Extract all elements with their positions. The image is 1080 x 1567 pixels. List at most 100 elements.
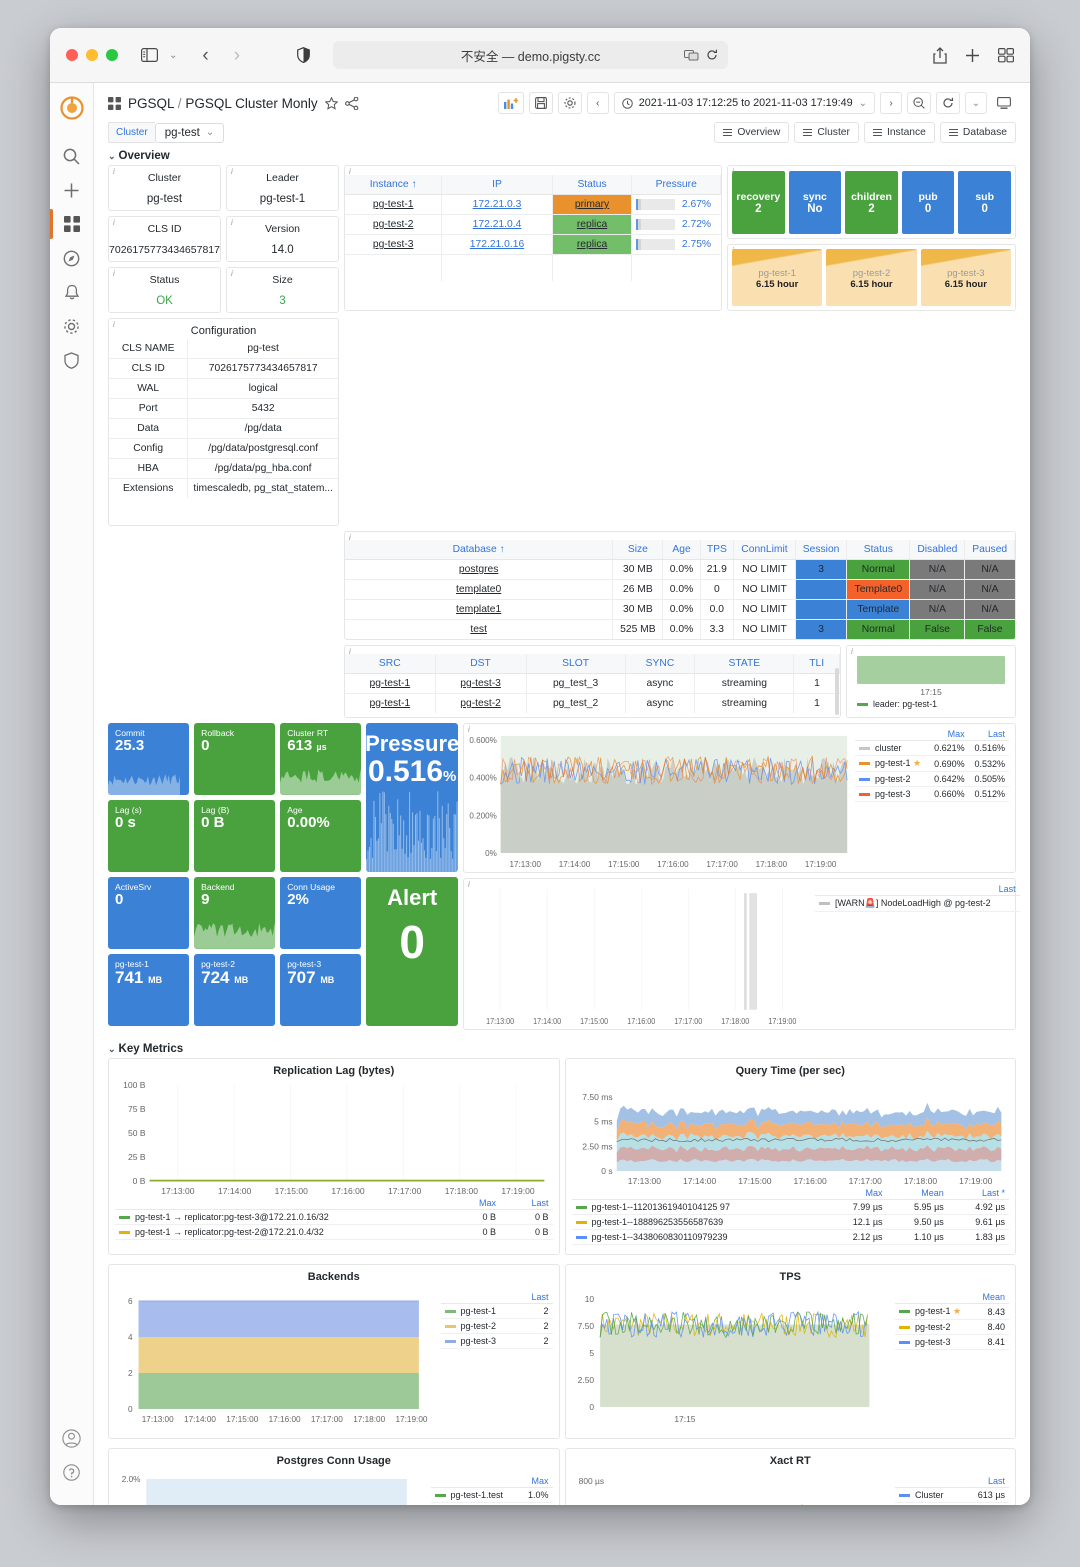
add-panel-button[interactable] — [497, 92, 524, 114]
stat-cluster[interactable]: i Cluster pg-test — [108, 165, 221, 211]
backends-chart[interactable]: 0 2 4 6 17:13:00 17:14:00 17:15:00 17:16:00 17:1… — [109, 1285, 441, 1427]
db-name[interactable]: template1 — [345, 599, 614, 620]
column-header[interactable]: Status — [552, 175, 633, 195]
dashboard-link-instance[interactable]: Instance — [863, 122, 935, 143]
legend-row[interactable]: pg-test-1 → replicator:pg-test-3@172.21.… — [115, 1209, 553, 1225]
legend-row[interactable]: pg-test-1--188896253556587639 12.1 µs 9.50… — [571, 1214, 1009, 1230]
column-header[interactable]: Paused — [964, 540, 1015, 560]
column-header[interactable]: IP — [441, 175, 553, 195]
legend-col-header[interactable]: Last — [968, 728, 1009, 741]
legend-row[interactable]: pg-test-2 0.642% 0.505% — [855, 771, 1009, 787]
legend-col-header[interactable]: Last * — [947, 1187, 1009, 1200]
time-range-picker[interactable]: 2021-11-03 17:12:25 to 2021-11-03 17:19:… — [613, 92, 875, 114]
column-header[interactable]: Pressure — [631, 175, 721, 195]
instance-ip[interactable]: 172.21.0.3 — [441, 194, 553, 215]
column-header[interactable]: Disabled — [909, 540, 966, 560]
legend-row[interactable]: pg-test-1 → replicator:pg-test-2@172.21.… — [115, 1224, 553, 1240]
column-header[interactable]: TPS — [700, 540, 735, 560]
status-block-sub[interactable]: sub 0 — [958, 171, 1011, 234]
scrollbar[interactable] — [835, 668, 839, 715]
variable-select-cluster[interactable]: pg-test ⌄ — [154, 122, 225, 143]
legend-row[interactable]: pg-test-3 2 — [440, 1333, 553, 1349]
legend-row[interactable]: pg-test-2 8.40 — [895, 1319, 1009, 1335]
row-header-overview[interactable]: ⌄ Overview — [94, 143, 1030, 165]
info-icon[interactable]: i — [231, 269, 233, 278]
zoom-out-time-button[interactable] — [907, 92, 931, 114]
column-header[interactable]: STATE — [694, 654, 795, 674]
stat-cls-id[interactable]: i CLS ID 7026175773434657817 — [108, 216, 221, 262]
dashboard-link-overview[interactable]: Overview — [714, 122, 790, 143]
legend-col-header[interactable]: Last — [500, 1197, 553, 1210]
breadcrumb-folder[interactable]: PGSQL — [128, 96, 174, 111]
legend-col-header[interactable]: Max — [519, 1475, 553, 1488]
column-header[interactable]: Size — [612, 540, 664, 560]
column-header[interactable]: DST — [435, 654, 527, 674]
save-dashboard-button[interactable] — [528, 92, 553, 114]
sidebar-item-server-admin[interactable] — [50, 343, 94, 377]
info-icon[interactable]: i — [851, 647, 853, 656]
shield-icon[interactable] — [297, 47, 310, 63]
sidebar-item-help[interactable] — [50, 1455, 94, 1489]
dashboard-link-database[interactable]: Database — [939, 122, 1016, 143]
back-icon[interactable]: ‹ — [202, 46, 208, 65]
xact-rt-chart[interactable]: 0 s200 µs400 µs600 µs800 µs17:15 — [566, 1469, 896, 1505]
info-icon[interactable]: i — [349, 647, 351, 656]
tile-lag-b-[interactable]: Lag (B) 0 B — [194, 800, 276, 872]
status-block-sync[interactable]: sync No — [788, 171, 842, 234]
replication-lag-chart[interactable]: 0 B 25 B 50 B 75 B 100 B 17:13:00 17:14:00 17:1… — [109, 1079, 559, 1197]
tps-chart[interactable]: 0 2.50 5 7.50 10 17:15 — [566, 1285, 896, 1427]
legend-row[interactable]: pg-test-2.test1.0% — [430, 1502, 553, 1505]
sidebar-item-profile[interactable] — [50, 1421, 94, 1455]
info-icon[interactable]: i — [113, 167, 115, 176]
legend-col-header[interactable]: Max — [825, 1187, 887, 1200]
reload-icon[interactable] — [706, 49, 718, 61]
db-name[interactable]: template0 — [345, 579, 614, 600]
column-header[interactable]: SYNC — [625, 654, 696, 674]
tile-activesrv[interactable]: ActiveSrv 0 — [108, 877, 190, 949]
tile-pg-test-2[interactable]: pg-test-2 724 MB — [194, 954, 276, 1026]
sidebar-item-explore[interactable] — [50, 241, 94, 275]
stat-status[interactable]: i Status OK — [108, 267, 221, 313]
legend-col-header[interactable]: Last — [966, 1475, 1009, 1488]
maximize-window-button[interactable] — [106, 49, 118, 61]
legend-row[interactable]: pg-test-1 ★ 0.690% 0.532% — [855, 755, 1009, 772]
info-icon[interactable]: i — [231, 218, 233, 227]
instance-ip[interactable]: 172.21.0.4 — [441, 214, 553, 235]
info-icon[interactable]: i — [349, 533, 351, 542]
query-time-chart[interactable]: 0 s 2.50 ms 5 ms 7.50 ms 17:13:00 17:14:00 17:… — [566, 1079, 1016, 1187]
info-icon[interactable]: i — [732, 167, 734, 176]
row-header-key-metrics[interactable]: ⌄ Key Metrics — [94, 1036, 1030, 1058]
legend-row[interactable]: cluster 0.621% 0.516% — [855, 740, 1009, 756]
column-header[interactable]: SLOT — [526, 654, 626, 674]
dashboard-link-cluster[interactable]: Cluster — [794, 122, 859, 143]
sidebar-item-configuration[interactable] — [50, 309, 94, 343]
sidebar-item-create[interactable] — [50, 173, 94, 207]
tile-backend[interactable]: Backend 9 — [194, 877, 276, 949]
uptime-block-pg-test-2[interactable]: pg-test-2 6.15 hour — [826, 249, 917, 306]
translate-icon[interactable] — [684, 49, 699, 61]
legend-row[interactable]: pg-test-1--11201361940104125 97 7.99 µs 5.… — [571, 1199, 1009, 1215]
info-icon[interactable]: i — [349, 167, 351, 176]
tile-conn-usage[interactable]: Conn Usage 2% — [280, 877, 362, 949]
column-header[interactable]: Age — [662, 540, 701, 560]
alerts-chart[interactable]: 17:13:00 17:14:00 17:15:00 17:16:00 17:17:00… — [464, 879, 815, 1029]
legend-row[interactable]: Cluster 613 µs — [895, 1487, 1009, 1503]
pressure-chart[interactable]: 0% 0.200% 0.400% 0.600% 17:13:00 17:14:00 17:1… — [464, 724, 855, 872]
address-bar[interactable]: 不安全 — demo.pigsty.cc — [333, 41, 729, 69]
column-header[interactable]: Session — [795, 540, 848, 560]
tile-pg-test-1[interactable]: pg-test-1 741 MB — [108, 954, 190, 1026]
legend-row[interactable]: pg-test-2 2 — [440, 1318, 553, 1334]
chevron-down-icon[interactable]: ⌄ — [859, 98, 867, 109]
instance-name[interactable]: pg-test-3 — [345, 234, 443, 255]
refresh-dashboard-button[interactable] — [936, 92, 960, 114]
legend-row[interactable]: pg-test-3 0.660% 0.512% — [855, 786, 1009, 802]
sidebar-icon[interactable] — [141, 48, 158, 62]
rep-dst[interactable]: pg-test-2 — [435, 693, 527, 713]
tv-mode-button[interactable] — [992, 92, 1016, 114]
forward-icon[interactable]: › — [234, 46, 240, 65]
instance-name[interactable]: pg-test-2 — [345, 214, 443, 235]
legend-row[interactable]: pg-test-1--3438060830110979239 2.12 µs 1.1… — [571, 1229, 1009, 1245]
column-header[interactable]: ConnLimit — [733, 540, 796, 560]
legend-col-header[interactable]: Max — [928, 728, 969, 741]
legend-row[interactable]: pg-test-3 8.41 — [895, 1334, 1009, 1350]
